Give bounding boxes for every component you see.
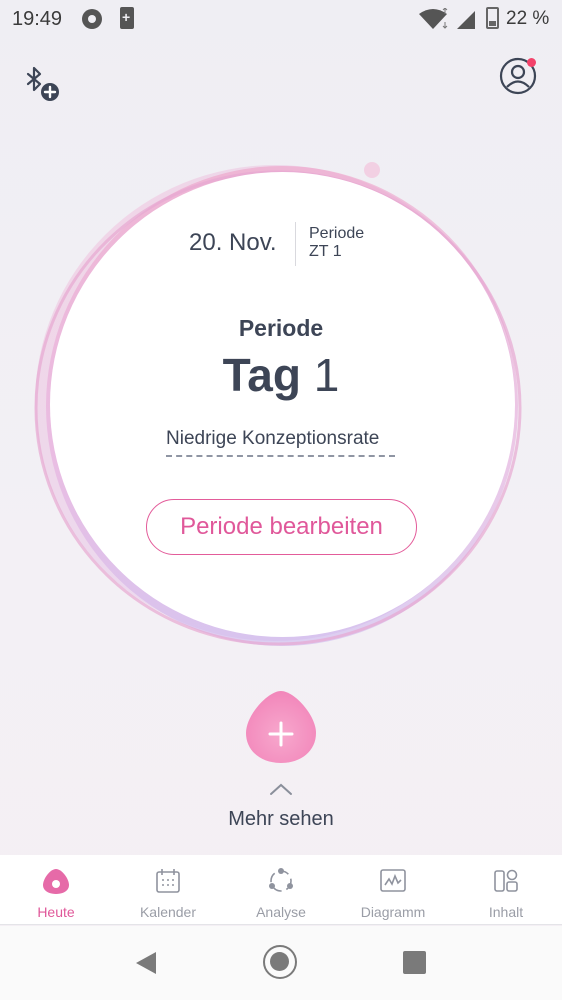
conception-underline [166, 455, 395, 457]
drop-icon [43, 869, 69, 894]
signal-icon [457, 11, 475, 29]
profile-button[interactable] [498, 56, 538, 96]
nav-chart[interactable]: Diagramm [337, 855, 449, 925]
nav-calendar[interactable]: Kalender [112, 855, 224, 925]
conception-rate-link[interactable]: Niedrige Konzeptionsrate [166, 428, 379, 450]
day-prefix: Tag [222, 349, 301, 401]
bottom-nav: Heute Kalender Analyse Diagramm Inhalt [0, 855, 562, 925]
calendar-icon [156, 869, 180, 893]
today-card [50, 172, 515, 637]
battery-icon [486, 7, 499, 29]
back-icon[interactable] [134, 951, 158, 975]
cycle-day-label: ZT 1 [309, 243, 342, 260]
cycle-phase-label: Periode [309, 225, 365, 242]
analysis-icon [269, 868, 293, 892]
phase-title: Periode [238, 315, 324, 341]
battery-percentage: 22 % [506, 8, 550, 29]
status-bar: 19:49 22 % [0, 0, 562, 40]
date-divider [295, 222, 296, 266]
recent-apps-icon[interactable] [403, 951, 426, 974]
nav-label-calendar: Kalender [139, 904, 197, 920]
status-time: 19:49 [12, 8, 63, 30]
nav-content[interactable]: Inhalt [450, 855, 562, 925]
more-button[interactable]: Mehr sehen [0, 808, 562, 831]
nav-label-content: Inhalt [488, 904, 524, 920]
bluetooth-add-icon[interactable] [22, 64, 62, 104]
current-date: 20. Nov. [189, 229, 277, 256]
day-counter: Tag 1 [0, 348, 562, 402]
wifi-icon [419, 8, 448, 29]
content-grid-icon [494, 869, 518, 892]
day-number: 1 [313, 349, 340, 401]
chart-icon [380, 869, 406, 892]
nav-analysis[interactable]: Analyse [225, 855, 337, 925]
edit-period-button[interactable]: Periode bearbeiten [146, 499, 417, 555]
notification-dot [527, 58, 536, 67]
chevron-up-icon[interactable] [268, 782, 294, 796]
nav-today[interactable]: Heute [0, 855, 112, 925]
chrome-icon [82, 9, 102, 29]
nav-label-today: Heute [37, 904, 75, 920]
battery-saver-icon [120, 7, 134, 29]
add-record-button[interactable] [244, 689, 318, 765]
nav-label-analysis: Analyse [256, 904, 306, 920]
home-icon[interactable] [263, 945, 297, 979]
nav-label-chart: Diagramm [360, 904, 426, 920]
